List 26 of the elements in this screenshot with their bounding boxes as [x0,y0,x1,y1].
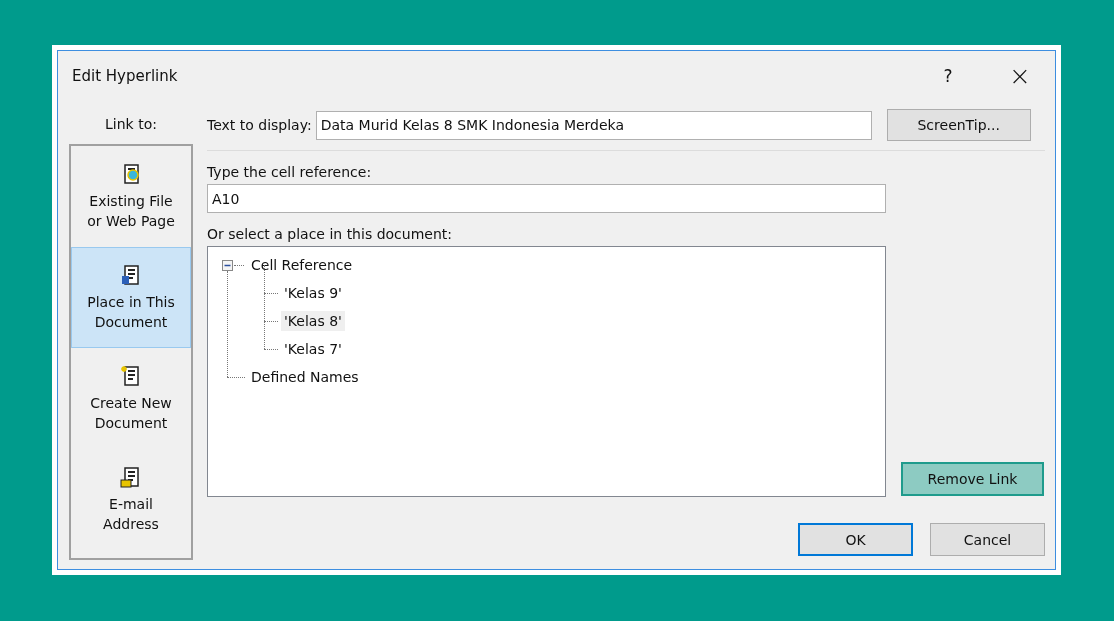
link-type-item[interactable]: Place in This Document [71,247,191,348]
text-to-display-label: Text to display: [207,117,312,133]
collapse-icon[interactable] [222,259,233,271]
help-button[interactable]: ? [923,55,973,96]
screentip-button[interactable]: ScreenTip... [886,109,1031,141]
cancel-button[interactable]: Cancel [930,523,1045,556]
link-type-item[interactable]: Create New Document [71,348,191,449]
window-title: Edit Hyperlink [72,66,179,85]
close-button[interactable]: × [995,55,1045,96]
tree-item[interactable]: 'Kelas 9' [281,283,345,303]
cell-reference-field[interactable]: A10 [207,184,886,213]
tree-item[interactable]: Cell Reference [248,255,356,275]
tree-item[interactable]: 'Kelas 8' [281,311,345,331]
cell-reference-label: Type the cell reference: [207,164,373,180]
new-document-icon [120,365,142,389]
text-to-display-field[interactable]: Data Murid Kelas 8 SMK Indonesia Merdeka [315,110,872,140]
ok-button[interactable]: OK [798,523,913,556]
remove-link-button[interactable]: Remove Link [901,462,1044,496]
link-type-item[interactable]: Existing File or Web Page [71,146,191,247]
place-label: Or select a place in this document: [207,226,453,242]
tree-item[interactable]: Defined Names [248,367,362,387]
link-to-label: Link to: [105,116,157,134]
link-type-item[interactable]: E-mail Address [71,449,191,550]
mail-document-icon [120,466,142,490]
tree-item[interactable]: 'Kelas 7' [281,339,345,359]
document-icon [120,264,142,288]
